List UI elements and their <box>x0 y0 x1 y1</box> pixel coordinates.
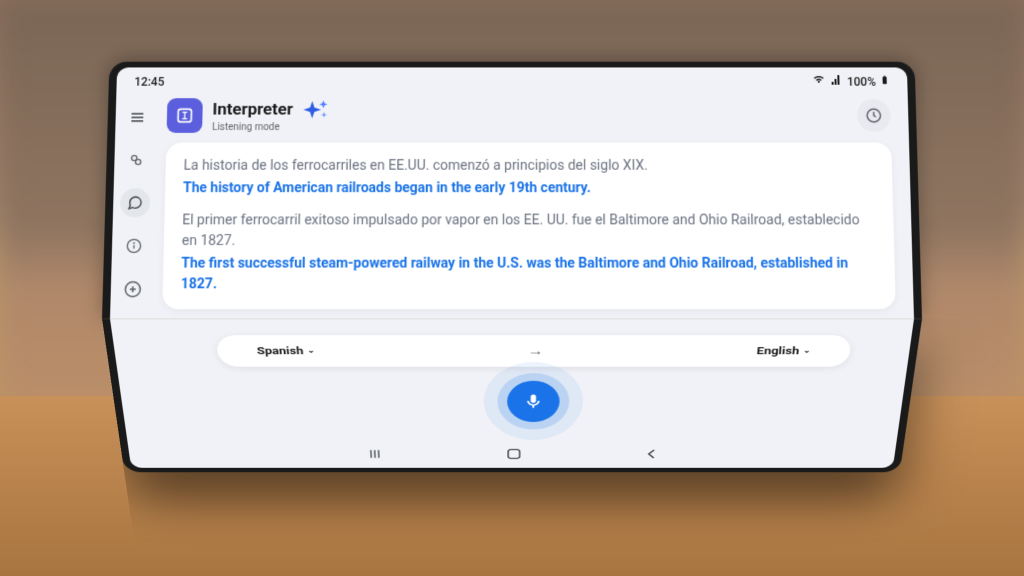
home-button[interactable] <box>505 447 522 460</box>
status-indicators: 100% <box>811 73 889 89</box>
signal-icon <box>829 74 843 88</box>
device-top-half: 12:45 100% <box>102 62 922 319</box>
status-bar: 12:45 100% <box>116 67 907 93</box>
transcript-translated-2: The first successful steam-powered railw… <box>181 254 878 295</box>
battery-icon <box>880 73 890 89</box>
interpreter-app-icon <box>167 98 203 133</box>
side-rail <box>110 93 160 319</box>
history-icon[interactable] <box>857 99 891 132</box>
chevron-down-icon: ⌄ <box>307 347 315 355</box>
chat-icon[interactable] <box>120 188 151 217</box>
screen-top: 12:45 100% <box>110 67 914 319</box>
screen-bottom: Spanish ⌄ → English ⌄ <box>110 319 914 468</box>
menu-icon[interactable] <box>122 103 152 132</box>
add-icon[interactable] <box>117 274 148 304</box>
transcript-card: La historia de los ferrocarriles en EE.U… <box>162 143 895 310</box>
recents-button[interactable] <box>365 448 385 460</box>
language-bar: Spanish ⌄ → English ⌄ <box>216 335 852 367</box>
sparkle-icon <box>301 97 331 122</box>
transcript-source-2: El primer ferrocarril exitoso impulsado … <box>182 211 877 252</box>
microphone-button[interactable] <box>507 381 560 422</box>
transcript-translated-1: The history of American railroads began … <box>183 178 875 198</box>
target-language-select[interactable]: English ⌄ <box>756 345 811 357</box>
foldable-device: 12:45 100% <box>102 55 922 519</box>
battery-percent: 100% <box>847 75 876 88</box>
source-language-label: Spanish <box>256 345 303 357</box>
chevron-down-icon: ⌄ <box>803 347 811 355</box>
bottom-content: Spanish ⌄ → English ⌄ <box>110 319 914 441</box>
nav-bar <box>127 441 896 467</box>
app-header: Interpreter Listening mode <box>166 97 891 142</box>
device-bottom-half: Spanish ⌄ → English ⌄ <box>102 319 922 472</box>
main-area: Interpreter Listening mode La <box>110 93 914 319</box>
app-subtitle: Listening mode <box>212 122 848 133</box>
back-button[interactable] <box>644 448 660 460</box>
info-icon[interactable] <box>119 231 150 260</box>
title-wrap: Interpreter Listening mode <box>212 97 848 133</box>
content-area: Interpreter Listening mode La <box>154 93 914 319</box>
target-language-label: English <box>756 345 800 357</box>
transcript-source-1: La historia de los ferrocarriles en EE.U… <box>183 156 874 176</box>
app-title: Interpreter <box>212 100 293 119</box>
status-time: 12:45 <box>134 75 164 88</box>
link-icon[interactable] <box>121 145 151 174</box>
wifi-icon <box>811 74 825 88</box>
swap-languages-button[interactable]: → <box>528 343 544 359</box>
source-language-select[interactable]: Spanish ⌄ <box>256 345 315 357</box>
